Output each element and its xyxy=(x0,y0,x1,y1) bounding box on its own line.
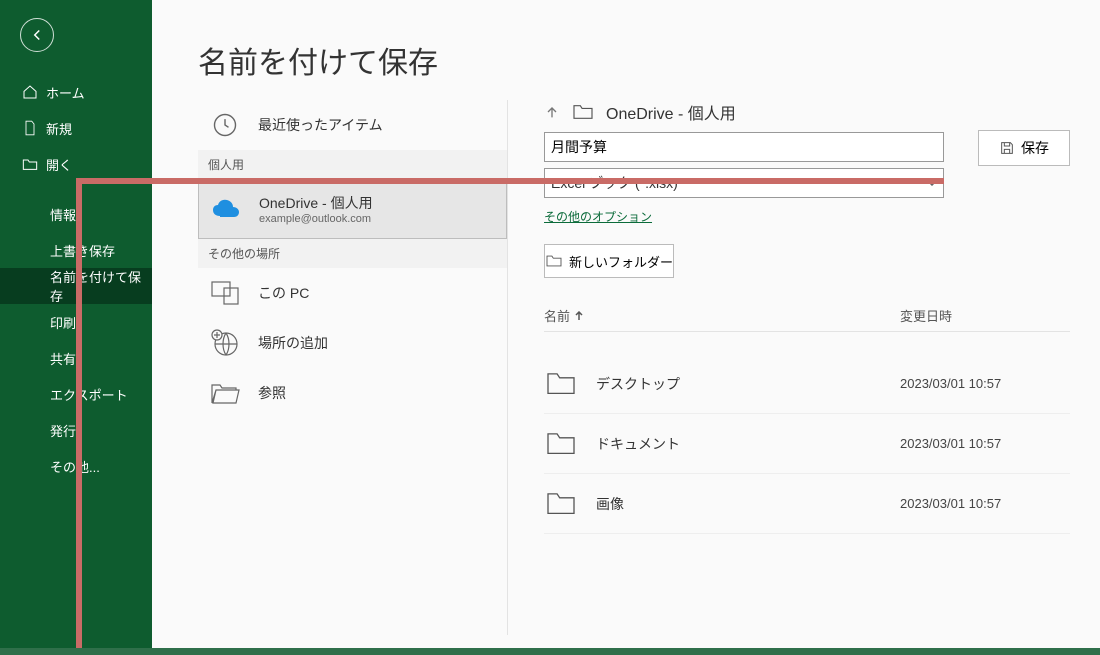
loc-label: 最近使ったアイテム xyxy=(258,115,383,135)
col-name[interactable]: 名前 xyxy=(544,306,900,325)
rail-label: 開く xyxy=(46,155,72,174)
back-button[interactable] xyxy=(20,18,54,52)
cloud-icon xyxy=(209,192,243,226)
globe-plus-icon xyxy=(208,326,242,360)
loc-recent[interactable]: 最近使ったアイテム xyxy=(198,100,507,150)
loc-browse[interactable]: 参照 xyxy=(198,368,507,418)
pc-icon xyxy=(208,276,242,310)
open-icon xyxy=(22,156,38,172)
rail-label: 新規 xyxy=(46,119,72,138)
rail-label: ホーム xyxy=(46,83,85,102)
folder-icon xyxy=(572,103,594,121)
loc-label: 参照 xyxy=(258,383,286,403)
rail-new[interactable]: 新規 xyxy=(0,110,152,146)
loc-section-personal: 個人用 xyxy=(198,150,507,179)
clock-icon xyxy=(208,108,242,142)
list-item[interactable]: 画像 2023/03/01 10:57 xyxy=(544,474,1070,534)
new-icon xyxy=(22,120,38,136)
home-icon xyxy=(22,84,38,100)
loc-this-pc[interactable]: この PC xyxy=(198,268,507,318)
footer-bar xyxy=(0,648,1100,655)
item-name: ドキュメント xyxy=(596,434,900,454)
loc-label: 場所の追加 xyxy=(258,333,328,353)
annotation-highlight xyxy=(76,178,944,184)
rail-open[interactable]: 開く xyxy=(0,146,152,182)
folder-open-icon xyxy=(208,376,242,410)
loc-onedrive[interactable]: OneDrive - 個人用 example@outlook.com xyxy=(198,179,507,239)
sort-asc-icon xyxy=(574,311,584,321)
folder-icon xyxy=(544,490,580,518)
path-label[interactable]: OneDrive - 個人用 xyxy=(606,100,736,124)
item-name: デスクトップ xyxy=(596,374,900,394)
list-item[interactable]: ドキュメント 2023/03/01 10:57 xyxy=(544,414,1070,474)
loc-section-other: その他の場所 xyxy=(198,239,507,268)
page-title: 名前を付けて保存 xyxy=(152,0,1100,82)
item-date: 2023/03/01 10:57 xyxy=(900,376,1070,391)
folder-icon xyxy=(545,254,563,268)
folder-icon xyxy=(544,430,580,458)
save-icon xyxy=(999,140,1015,156)
up-arrow-icon[interactable] xyxy=(544,104,560,120)
main-pane: 名前を付けて保存 最近使ったアイテム 個人用 OneDrive - 個人用 ex… xyxy=(152,0,1100,655)
folder-icon xyxy=(544,370,580,398)
path-row: OneDrive - 個人用 xyxy=(544,100,1070,124)
new-folder-button[interactable]: 新しいフォルダー xyxy=(544,244,674,278)
annotation-highlight xyxy=(76,178,82,648)
filename-input[interactable] xyxy=(544,132,944,162)
more-options-link[interactable]: その他のオプション xyxy=(544,208,652,225)
loc-onedrive-sub: example@outlook.com xyxy=(259,213,373,225)
loc-add-place[interactable]: 場所の追加 xyxy=(198,318,507,368)
rail-home[interactable]: ホーム xyxy=(0,74,152,110)
loc-label: この PC xyxy=(258,283,309,303)
save-button[interactable]: 保存 xyxy=(978,130,1070,166)
loc-onedrive-title: OneDrive - 個人用 xyxy=(259,193,373,213)
item-date: 2023/03/01 10:57 xyxy=(900,436,1070,451)
app-window: 月間個人予算1 - Excel MS WINDOWS MW ? ホーム xyxy=(0,0,1100,655)
col-date[interactable]: 変更日時 xyxy=(900,306,1070,325)
item-name: 画像 xyxy=(596,494,900,514)
list-item[interactable]: デスクトップ 2023/03/01 10:57 xyxy=(544,354,1070,414)
item-date: 2023/03/01 10:57 xyxy=(900,496,1070,511)
list-header: 名前 変更日時 xyxy=(544,306,1070,332)
